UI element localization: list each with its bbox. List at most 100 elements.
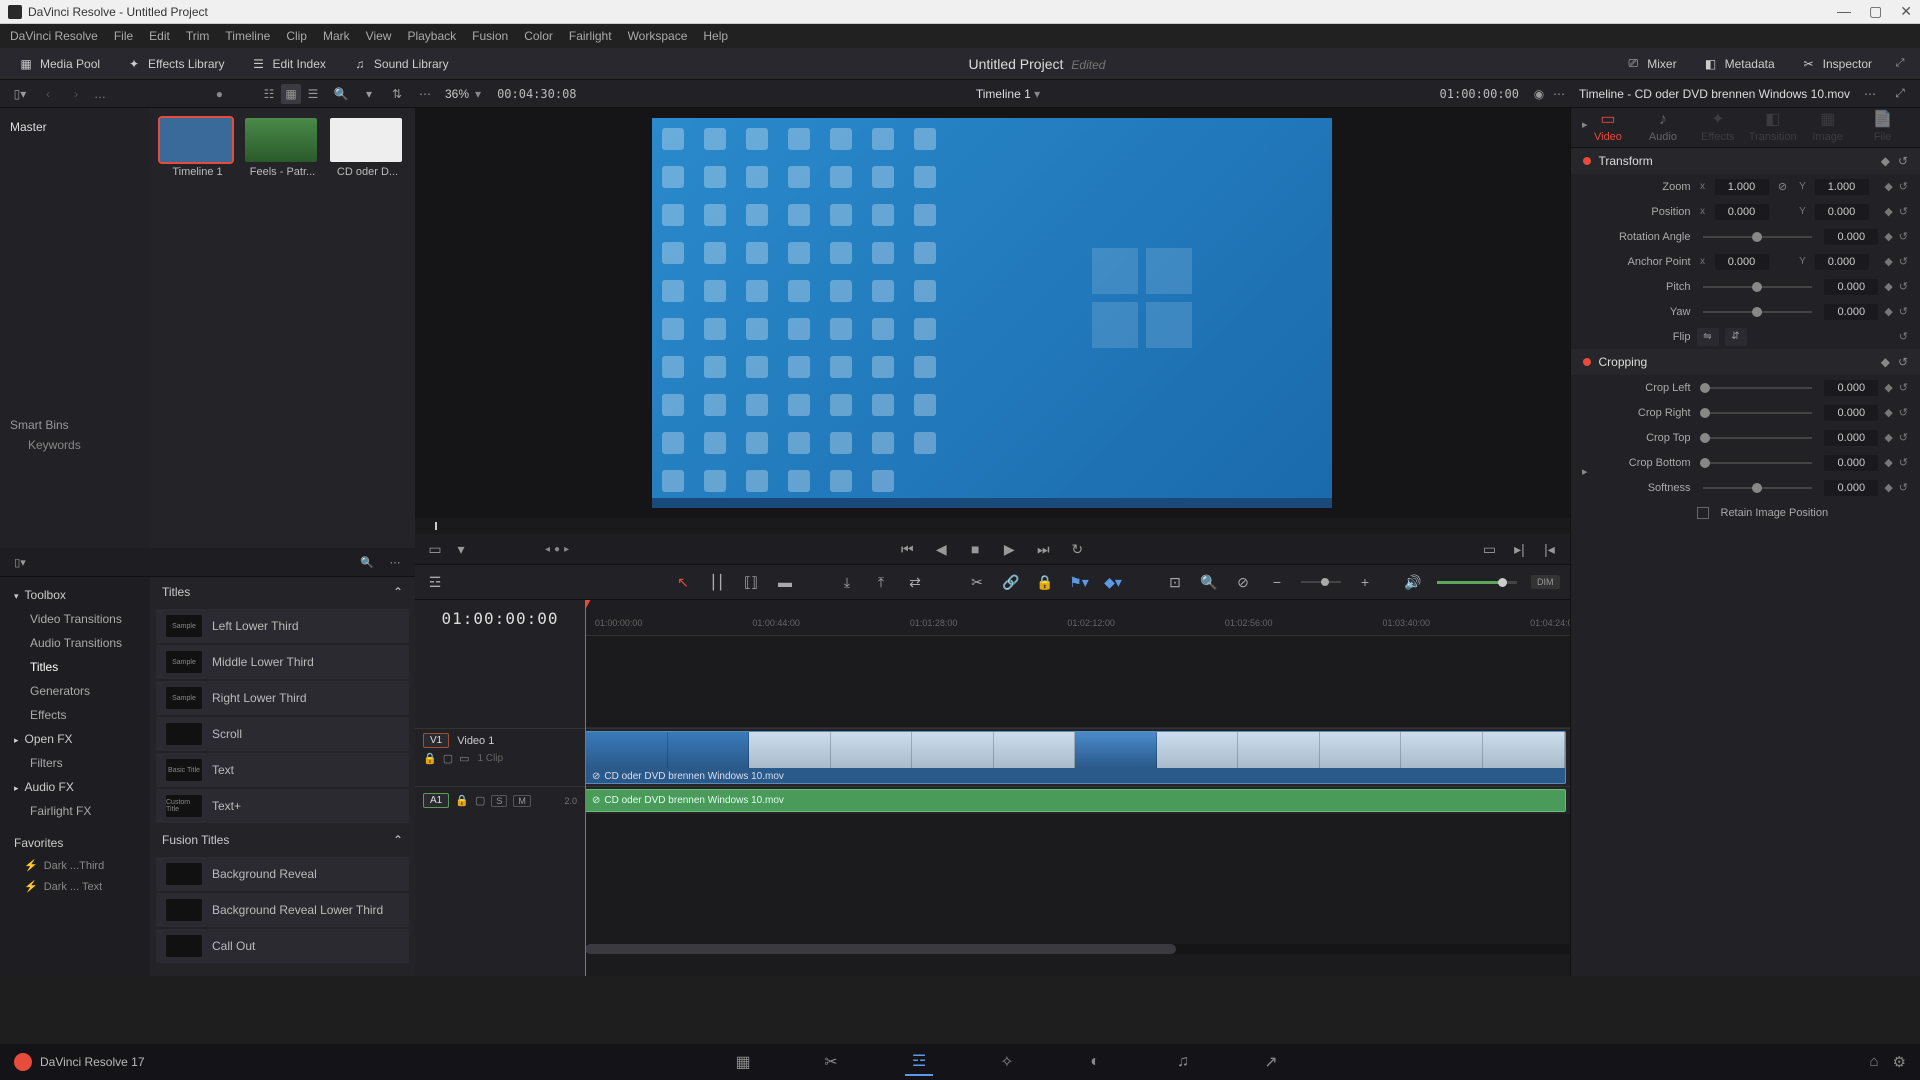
section-fusion-titles[interactable]: Fusion Titles⌃ [150, 825, 415, 855]
cat-effects[interactable]: Effects [0, 703, 150, 727]
loop-button[interactable]: ↻ [1067, 539, 1087, 559]
media-pool-toggle[interactable]: ▦Media Pool [10, 52, 108, 76]
crop-top-val[interactable]: 0.000 [1824, 430, 1878, 446]
flag-icon[interactable]: ⚑▾ [1069, 572, 1089, 592]
next-edit[interactable]: ▸ [564, 544, 569, 555]
inspector-toggle[interactable]: ✂Inspector [1793, 52, 1880, 76]
viewer-expand-bottom[interactable]: ▸ [1582, 465, 1588, 478]
menu-color[interactable]: Color [524, 29, 553, 43]
reset-icon[interactable]: ↺ [1899, 431, 1908, 444]
v1-auto-select[interactable]: ▢ [443, 752, 453, 765]
menu-view[interactable]: View [366, 29, 392, 43]
blade-tool[interactable]: ▬ [775, 572, 795, 592]
menu-clip[interactable]: Clip [286, 29, 307, 43]
yaw-val[interactable]: 0.000 [1824, 304, 1878, 320]
cropping-header[interactable]: Cropping ◆ ↺ [1571, 349, 1920, 375]
audio-clip[interactable]: ⊘CD oder DVD brennen Windows 10.mov [585, 789, 1566, 812]
reset-icon[interactable]: ↺ [1899, 280, 1908, 293]
prev-edit[interactable]: ◂ [545, 544, 550, 555]
keyframe-icon[interactable]: ◆ [1881, 355, 1890, 369]
cat-filters[interactable]: Filters [0, 751, 150, 775]
a1-lock-icon[interactable]: 🔒 [455, 794, 469, 807]
maximize-button[interactable]: ▢ [1869, 3, 1882, 20]
v1-lock-icon[interactable]: 🔒 [423, 752, 437, 765]
title-item[interactable]: SampleRight Lower Third [156, 681, 409, 715]
page-cut[interactable]: ✂ [817, 1048, 845, 1076]
fusion-title-item[interactable]: Call Out [156, 929, 409, 963]
menu-trim[interactable]: Trim [186, 29, 210, 43]
video-track-1[interactable]: ⊘CD oder DVD brennen Windows 10.mov [585, 728, 1570, 786]
insert-clip[interactable]: ⤓ [837, 572, 857, 592]
fx-bin-view[interactable]: ▯▾ [10, 552, 30, 572]
play-button[interactable]: ▶ [999, 539, 1019, 559]
insp-tab-image[interactable]: ▦Image [1800, 105, 1855, 147]
enabled-dot[interactable] [1583, 358, 1591, 366]
track-head-v1[interactable]: V1 Video 1 🔒 ▢ ▭ 1 Clip [415, 728, 585, 786]
search-icon[interactable]: 🔍 [331, 84, 351, 104]
fx-search-icon[interactable]: 🔍 [357, 552, 377, 572]
kf-icon[interactable]: ◆ [1884, 481, 1892, 494]
anchor-y[interactable]: 0.000 [1815, 254, 1869, 270]
fav-item[interactable]: Dark ... Text [0, 876, 150, 897]
flip-h[interactable]: ⇋ [1697, 328, 1719, 346]
cat-generators[interactable]: Generators [0, 679, 150, 703]
rotation-slider[interactable] [1703, 236, 1813, 238]
menu-fairlight[interactable]: Fairlight [569, 29, 612, 43]
menu-workspace[interactable]: Workspace [628, 29, 688, 43]
kf-icon[interactable]: ◆ [1884, 305, 1892, 318]
menu-mark[interactable]: Mark [323, 29, 350, 43]
playhead[interactable] [585, 600, 586, 976]
first-frame-button[interactable]: ⏮ [897, 539, 917, 559]
cat-toolbox[interactable]: Toolbox [0, 583, 150, 607]
v1-visible[interactable]: ▭ [459, 752, 469, 765]
fullscreen-icon[interactable]: ▭ [1480, 539, 1500, 559]
snap-icon[interactable]: ⊡ [1165, 572, 1185, 592]
yaw-slider[interactable] [1703, 311, 1813, 313]
page-fairlight[interactable]: ♫ [1169, 1048, 1197, 1076]
viewer-options[interactable]: ⋯ [1549, 84, 1569, 104]
anchor-x[interactable]: 0.000 [1715, 254, 1769, 270]
keywords-bin[interactable]: Keywords [10, 432, 140, 452]
timeline-name[interactable]: Timeline 1 [976, 87, 1031, 101]
reset-icon[interactable]: ↺ [1899, 305, 1908, 318]
mute-icon[interactable]: 🔊 [1403, 572, 1423, 592]
fusion-title-item[interactable]: Background Reveal Lower Third [156, 893, 409, 927]
close-button[interactable]: ✕ [1900, 3, 1912, 20]
match-frame-icon[interactable]: ▭ [425, 539, 445, 559]
insp-tab-video[interactable]: ▭Video [1581, 105, 1636, 147]
nav-back[interactable]: ‹ [38, 84, 58, 104]
list-view[interactable]: ☰ [303, 84, 323, 104]
insp-tab-audio[interactable]: ♪Audio [1635, 107, 1690, 147]
reset-icon[interactable]: ↺ [1899, 406, 1908, 419]
insp-tab-file[interactable]: 📄File [1855, 105, 1910, 147]
title-item[interactable]: SampleLeft Lower Third [156, 609, 409, 643]
crop-bottom-val[interactable]: 0.000 [1824, 455, 1878, 471]
keyframe-icon[interactable]: ◆ [1881, 154, 1890, 168]
smart-bins-header[interactable]: Smart Bins [10, 418, 140, 432]
title-item[interactable]: SampleMiddle Lower Third [156, 645, 409, 679]
zoom-detail[interactable]: ⊘ [1233, 572, 1253, 592]
kf-icon[interactable]: ◆ [1884, 406, 1892, 419]
crop-left-slider[interactable] [1703, 387, 1813, 389]
current-tc[interactable]: 01:00:00:00 [1440, 87, 1519, 101]
section-titles[interactable]: Titles⌃ [150, 577, 415, 607]
audio-track-1[interactable]: ⊘CD oder DVD brennen Windows 10.mov [585, 786, 1570, 814]
zoom-in[interactable]: + [1355, 572, 1375, 592]
softness-val[interactable]: 0.000 [1824, 480, 1878, 496]
kf-icon[interactable]: ◆ [1884, 205, 1892, 218]
project-manager-icon[interactable]: ⌂ [1869, 1053, 1878, 1071]
timeline-empty-below[interactable] [585, 814, 1570, 944]
reset-icon[interactable]: ↺ [1899, 180, 1908, 193]
breadcrumb-dots[interactable]: … [94, 87, 106, 101]
clip-cd-dvd[interactable]: CD oder D... [330, 118, 405, 178]
track-head-a1[interactable]: A1 🔒 ▢ S M 2.0 [415, 786, 585, 814]
title-item[interactable]: Scroll [156, 717, 409, 751]
crop-right-slider[interactable] [1703, 412, 1813, 414]
stop-button[interactable]: ■ [965, 539, 985, 559]
options-icon[interactable]: ⋯ [415, 84, 435, 104]
dropdown-icon[interactable]: ▾ [451, 539, 471, 559]
replace-clip[interactable]: ⇄ [905, 572, 925, 592]
pos-y[interactable]: 0.000 [1815, 204, 1869, 220]
blade-edit[interactable]: ✂ [967, 572, 987, 592]
title-item[interactable]: Custom TitleText+ [156, 789, 409, 823]
